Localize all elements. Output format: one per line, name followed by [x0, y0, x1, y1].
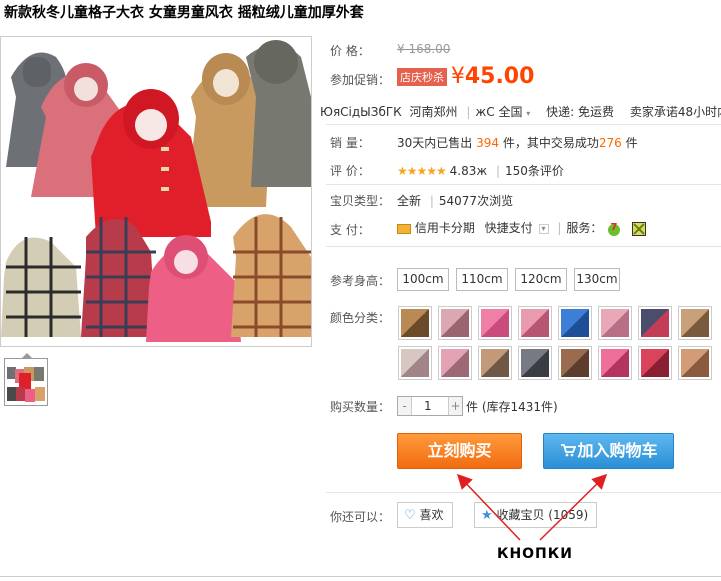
bottom-divider: [0, 576, 721, 577]
annotation-arrows: [456, 473, 608, 541]
annotation-label: КНОПКИ: [497, 546, 573, 562]
